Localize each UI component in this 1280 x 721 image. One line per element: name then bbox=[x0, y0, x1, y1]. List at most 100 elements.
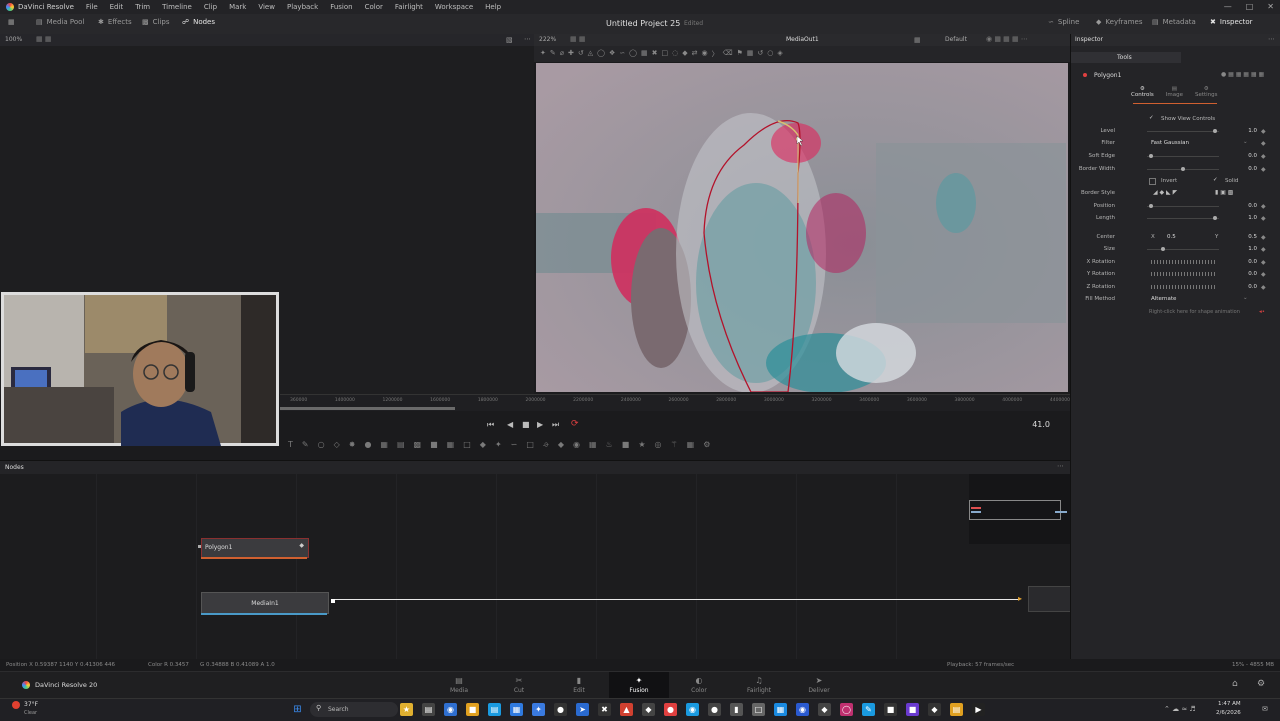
viewer-tool-icon-12[interactable]: □ bbox=[661, 49, 668, 59]
chevron-down-icon[interactable]: ⌄ bbox=[1243, 295, 1248, 301]
page-deliver[interactable]: ➤ Deliver bbox=[789, 676, 849, 694]
center-x-value[interactable]: 0.5 bbox=[1167, 234, 1176, 240]
left-zoom[interactable]: 100% bbox=[5, 36, 22, 43]
viewer-tool-icon-11[interactable]: ✖ bbox=[652, 49, 658, 59]
taskbar-app-icon-17[interactable]: ▦ bbox=[774, 703, 787, 716]
viewer-tool-icon-1[interactable]: ✎ bbox=[550, 49, 556, 59]
fill-method-select[interactable]: Alternate bbox=[1151, 296, 1176, 302]
viewer-tool-icon-19[interactable]: ⚑ bbox=[736, 49, 742, 59]
border-width-value[interactable]: 0.0 bbox=[1231, 166, 1257, 172]
x-rotation-keyframe-icon[interactable]: ◆ bbox=[1261, 259, 1266, 266]
taskbar-app-icon-9[interactable]: ✖ bbox=[598, 703, 611, 716]
fusion-tool-icon-14[interactable]: ∽ bbox=[511, 440, 518, 450]
taskbar-app-icon-22[interactable]: ■ bbox=[884, 703, 897, 716]
fusion-tool-icon-1[interactable]: ✎ bbox=[302, 440, 309, 450]
menu-item-color[interactable]: Color bbox=[359, 3, 389, 11]
fusion-tool-icon-12[interactable]: ◆ bbox=[480, 440, 486, 450]
shape-animation-hint[interactable]: Right-click here for shape animation bbox=[1149, 309, 1240, 315]
viewer-tool-icon-16[interactable]: ◉ bbox=[701, 49, 707, 59]
center-keyframe-icon[interactable]: ◆ bbox=[1261, 234, 1266, 241]
clips-button[interactable]: ▩ Clips bbox=[142, 18, 170, 26]
taskbar-app-icon-19[interactable]: ◆ bbox=[818, 703, 831, 716]
taskbar-app-icon-8[interactable]: ➤ bbox=[576, 703, 589, 716]
taskbar-search[interactable]: ⚲ Search bbox=[310, 702, 398, 717]
taskbar-app-icon-25[interactable]: ▤ bbox=[950, 703, 963, 716]
system-tray-icons[interactable]: ⌃ ☁ ≈ ♬ bbox=[1164, 705, 1196, 713]
viewer-tool-icon-8[interactable]: ∽ bbox=[619, 49, 625, 59]
viewer-tool-icon-23[interactable]: ◈ bbox=[777, 49, 782, 59]
menu-item-trim[interactable]: Trim bbox=[129, 3, 156, 11]
length-value[interactable]: 1.0 bbox=[1231, 215, 1257, 221]
media-out-node[interactable] bbox=[1028, 586, 1072, 612]
node-handle-icon[interactable]: ◆ bbox=[299, 542, 304, 549]
loop-icon[interactable]: ⟳ bbox=[571, 419, 579, 429]
timeline-range-bar[interactable] bbox=[280, 407, 455, 410]
position-keyframe-icon[interactable]: ◆ bbox=[1261, 203, 1266, 210]
nodes-more-icon[interactable]: ⋯ bbox=[1057, 462, 1064, 470]
menu-item-timeline[interactable]: Timeline bbox=[156, 3, 198, 11]
x-rotation-value[interactable]: 0.0 bbox=[1231, 259, 1257, 265]
fusion-tool-icon-16[interactable]: ⌮ bbox=[543, 440, 549, 450]
viewer-tool-icon-22[interactable]: ○ bbox=[767, 49, 773, 59]
tab-controls[interactable]: ⚙ Controls bbox=[1131, 86, 1154, 98]
menu-item-fairlight[interactable]: Fairlight bbox=[389, 3, 429, 11]
settings-icon[interactable]: ⚙ bbox=[1257, 679, 1265, 689]
page-media[interactable]: ▤ Media bbox=[429, 676, 489, 694]
page-cut[interactable]: ✂ Cut bbox=[489, 676, 549, 694]
fusion-tool-icon-17[interactable]: ◆ bbox=[558, 440, 564, 450]
taskbar-app-icon-13[interactable]: ◉ bbox=[686, 703, 699, 716]
soft-edge-slider[interactable] bbox=[1147, 156, 1219, 157]
length-keyframe-icon[interactable]: ◆ bbox=[1261, 215, 1266, 222]
taskbar-app-icon-16[interactable]: □ bbox=[752, 703, 765, 716]
fusion-tool-icon-22[interactable]: ★ bbox=[638, 440, 645, 450]
taskbar-app-icon-12[interactable]: ● bbox=[664, 703, 677, 716]
tab-settings[interactable]: ⚙ Settings bbox=[1195, 86, 1218, 98]
inspector-more-icon[interactable]: ⋯ bbox=[1268, 35, 1275, 43]
size-keyframe-icon[interactable]: ◆ bbox=[1261, 246, 1266, 253]
viewer-image[interactable] bbox=[536, 63, 1068, 392]
size-knob[interactable] bbox=[1161, 247, 1165, 251]
y-rotation-keyframe-icon[interactable]: ◆ bbox=[1261, 271, 1266, 278]
viewer-options-icon[interactable]: ▦ ▦ bbox=[570, 35, 585, 43]
viewer-tool-icon-14[interactable]: ◆ bbox=[682, 49, 687, 59]
page-color[interactable]: ◐ Color bbox=[669, 676, 729, 694]
layout-icon[interactable]: ▦ bbox=[8, 18, 15, 26]
navigator-viewport[interactable] bbox=[969, 500, 1061, 520]
more-icon[interactable]: ⋯ bbox=[524, 35, 531, 43]
taskbar-app-icon-14[interactable]: ● bbox=[708, 703, 721, 716]
menu-item-file[interactable]: File bbox=[80, 3, 104, 11]
nodes-button[interactable]: ☍ Nodes bbox=[182, 18, 215, 26]
taskbar-app-icon-4[interactable]: ▤ bbox=[488, 703, 501, 716]
soft-edge-knob[interactable] bbox=[1149, 154, 1153, 158]
page-edit[interactable]: ▮ Edit bbox=[549, 676, 609, 694]
viewer-preset[interactable]: Default bbox=[945, 36, 967, 43]
stop-icon[interactable]: ■ bbox=[522, 420, 530, 429]
border-cap-icons[interactable]: ▮ ▣ ▩ bbox=[1215, 189, 1233, 196]
play-icon[interactable]: ▶ bbox=[537, 420, 543, 429]
viewer-tool-icon-9[interactable]: ◯ bbox=[629, 49, 637, 59]
fusion-tool-icon-23[interactable]: ◎ bbox=[654, 440, 661, 450]
viewer-tool-icon-3[interactable]: ✚ bbox=[568, 49, 574, 59]
viewer-tool-icon-6[interactable]: ◯ bbox=[597, 49, 605, 59]
fusion-tool-icon-18[interactable]: ◉ bbox=[573, 440, 580, 450]
menu-item-help[interactable]: Help bbox=[479, 3, 507, 11]
node-editor[interactable]: Polygon1 ◆ MediaIn1 ▸ bbox=[0, 474, 1072, 659]
fusion-tool-icon-10[interactable]: ▦ bbox=[447, 440, 455, 450]
taskbar-app-icon-7[interactable]: ● bbox=[554, 703, 567, 716]
fusion-tool-icon-3[interactable]: ◇ bbox=[334, 440, 340, 450]
fusion-tool-icon-7[interactable]: ▤ bbox=[397, 440, 405, 450]
viewer-tool-icon-15[interactable]: ⇄ bbox=[692, 49, 698, 59]
taskbar-app-icon-18[interactable]: ◉ bbox=[796, 703, 809, 716]
fusion-tool-icon-4[interactable]: ✸ bbox=[349, 440, 356, 450]
size-value[interactable]: 1.0 bbox=[1231, 246, 1257, 252]
viewer-layout-icon[interactable]: ▧ bbox=[506, 36, 513, 44]
level-slider[interactable] bbox=[1147, 131, 1219, 132]
length-slider[interactable] bbox=[1147, 218, 1219, 219]
taskbar-app-icon-3[interactable]: ■ bbox=[466, 703, 479, 716]
tools-tab[interactable]: Tools bbox=[1071, 52, 1181, 63]
fusion-tool-icon-11[interactable]: □ bbox=[463, 440, 471, 450]
size-slider[interactable] bbox=[1147, 249, 1219, 250]
y-rotation-value[interactable]: 0.0 bbox=[1231, 271, 1257, 277]
taskbar-app-icon-11[interactable]: ◆ bbox=[642, 703, 655, 716]
menu-item-fusion[interactable]: Fusion bbox=[324, 3, 358, 11]
